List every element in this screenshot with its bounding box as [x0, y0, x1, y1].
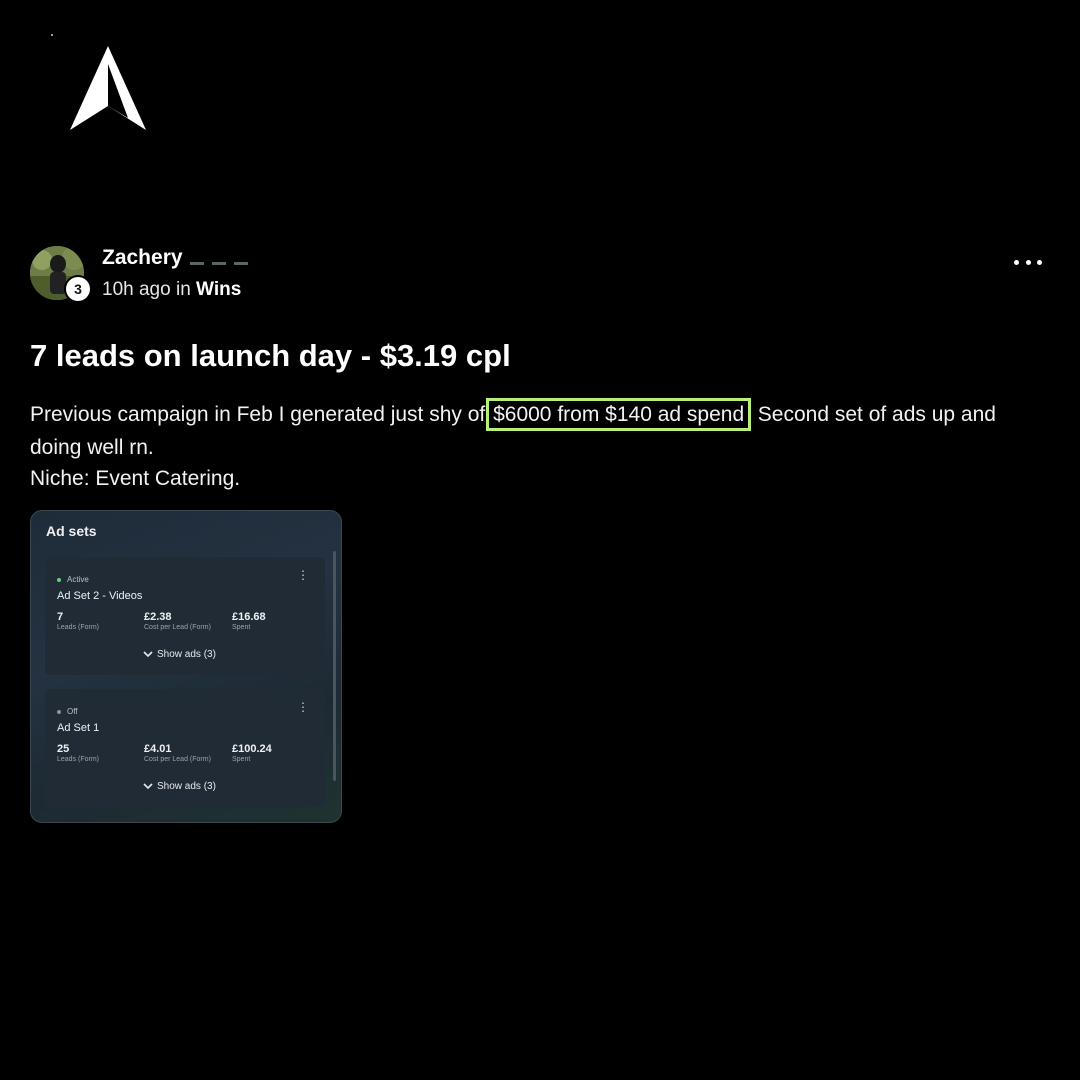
- ad-set-card: Active ⋮ Ad Set 2 - Videos 7 Leads (Form)…: [45, 557, 325, 675]
- ad-set-name: Ad Set 1: [57, 722, 100, 734]
- ad-sets-title: Ad sets: [46, 523, 97, 539]
- post-body: Previous campaign in Feb I generated jus…: [30, 398, 1050, 464]
- category-link[interactable]: Wins: [196, 279, 241, 300]
- post-time: 10h ago: [102, 279, 171, 300]
- status-dot: [57, 709, 61, 714]
- status-badge: Off: [57, 707, 78, 716]
- more-vertical-icon: ⋮: [297, 700, 309, 714]
- highlighted-text: $6000 from $140 ad spend: [486, 398, 752, 431]
- arrow-logo-icon: [70, 46, 146, 130]
- post-meta: 10h ago in Wins: [102, 279, 241, 301]
- ad-set-card: Off ⋮ Ad Set 1 25 Leads (Form) £4.01 Cost …: [45, 689, 325, 807]
- show-ads-link: Show ads (3): [143, 781, 216, 792]
- chevron-down-icon: [143, 783, 153, 789]
- ad-set-name: Ad Set 2 - Videos: [57, 590, 143, 602]
- attached-screenshot[interactable]: Ad sets Active ⋮ Ad Set 2 - Videos 7 Lead…: [30, 510, 342, 823]
- metric-spent: £100.24 Spent: [232, 743, 272, 763]
- post-title: 7 leads on launch day - $3.19 cpl: [30, 338, 511, 373]
- status-badge: Active: [57, 575, 89, 584]
- more-options-button[interactable]: [1014, 252, 1042, 272]
- decorative-dot: [51, 34, 53, 36]
- post-niche: Niche: Event Catering.: [30, 467, 241, 490]
- more-horizontal-icon: [1014, 259, 1019, 265]
- body-text-before: Previous campaign in Feb I generated jus…: [30, 403, 492, 426]
- chevron-down-icon: [143, 651, 153, 657]
- metric-cost-per-lead: £2.38 Cost per Lead (Form): [144, 611, 211, 631]
- more-vertical-icon: ⋮: [297, 568, 309, 582]
- author-name[interactable]: Zachery: [102, 246, 183, 270]
- metric-spent: £16.68 Spent: [232, 611, 266, 631]
- in-label: in: [175, 279, 191, 300]
- status-dot: [57, 577, 61, 582]
- post-header: 3 Zachery 10h ago in Wins: [30, 244, 1050, 304]
- metric-leads: 7 Leads (Form): [57, 611, 100, 631]
- level-badge: 3: [66, 277, 90, 301]
- metric-leads: 25 Leads (Form): [57, 743, 100, 763]
- scrollbar: [333, 551, 336, 781]
- show-ads-link: Show ads (3): [143, 649, 216, 660]
- metric-cost-per-lead: £4.01 Cost per Lead (Form): [144, 743, 211, 763]
- redacted-surname: [186, 252, 276, 274]
